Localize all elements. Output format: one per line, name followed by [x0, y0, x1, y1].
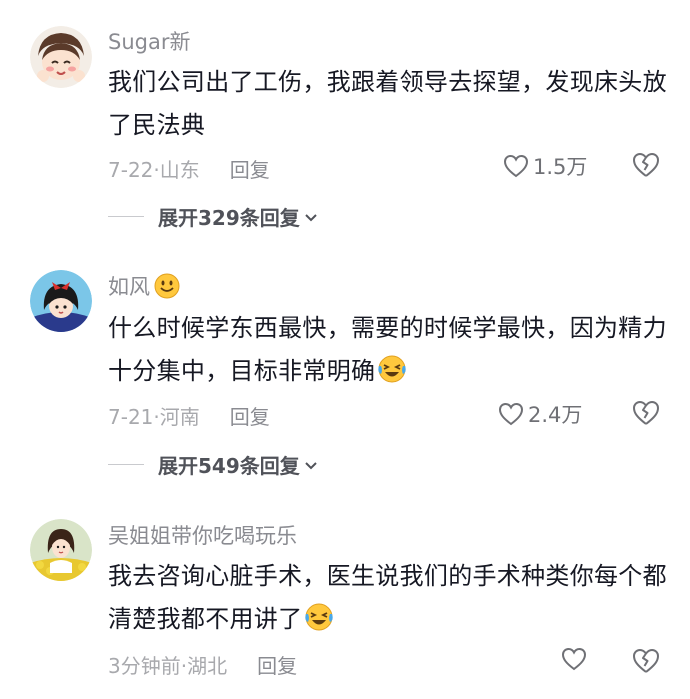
username-text[interactable]: Sugar新 — [108, 26, 190, 56]
reply-button[interactable]: 回复 — [257, 650, 297, 679]
expand-replies-button[interactable]: 展开549条回复 — [108, 450, 319, 479]
laughing-crying-emoji — [305, 603, 334, 631]
chevron-down-icon — [305, 213, 317, 221]
username[interactable]: Sugar新 — [108, 26, 190, 56]
heart-outline-icon — [561, 647, 587, 671]
chevron-down-icon — [305, 461, 317, 469]
like-count: 1.5万 — [533, 155, 588, 179]
avatar[interactable] — [30, 519, 92, 581]
comment-text: 我们公司出了工伤，我跟着领导去探望，发现床头放了民法典 — [108, 68, 667, 139]
divider-line — [108, 216, 144, 217]
like-count: 2.4万 — [528, 403, 583, 427]
username[interactable]: 吴姐姐带你吃喝玩乐 — [108, 520, 297, 550]
divider-line — [108, 464, 144, 465]
laughing-crying-emoji — [378, 355, 406, 383]
expand-label[interactable]: 展开549条回复 — [158, 450, 300, 479]
broken-heart-icon — [633, 649, 659, 673]
heart-outline-icon — [503, 154, 529, 178]
dislike-button[interactable] — [632, 152, 660, 182]
heart-outline-icon — [498, 402, 524, 426]
comment-text: 什么时候学东西最快，需要的时候学最快，因为精力十分集中，目标非常明确 — [108, 307, 668, 393]
broken-heart-icon — [633, 153, 659, 177]
reply-button[interactable]: 回复 — [230, 154, 270, 183]
broken-heart-icon — [633, 401, 659, 425]
username-text[interactable]: 吴姐姐带你吃喝玩乐 — [108, 520, 297, 550]
date-location: 3分钟前·湖北 — [108, 654, 228, 678]
date-location: 7-22·山东 — [108, 158, 200, 182]
dislike-button[interactable] — [632, 400, 660, 430]
comment-meta: 7-22·山东 回复 — [108, 154, 270, 183]
smiling-face-emoji — [154, 273, 180, 299]
expand-label[interactable]: 展开329条回复 — [158, 202, 300, 231]
reply-button[interactable]: 回复 — [230, 401, 270, 430]
comment-text-content: 我去咨询心脏手术，医生说我们的手术种类你每个都清楚我都不用讲了 — [108, 562, 667, 633]
dislike-button[interactable] — [632, 648, 660, 678]
like-button[interactable]: 2.4万 — [498, 399, 582, 429]
avatar[interactable] — [30, 270, 92, 332]
username[interactable]: 如风 — [108, 271, 180, 301]
comment-meta: 7-21·河南 回复 — [108, 401, 270, 430]
comment-meta: 3分钟前·湖北 回复 — [108, 650, 297, 679]
comment-text: 我去咨询心脏手术，医生说我们的手术种类你每个都清楚我都不用讲了 — [108, 555, 668, 641]
like-button[interactable]: 1.5万 — [503, 151, 587, 181]
username-text[interactable]: 如风 — [108, 271, 150, 301]
avatar[interactable] — [30, 26, 92, 88]
expand-replies-button[interactable]: 展开329条回复 — [108, 202, 319, 231]
like-button[interactable] — [561, 647, 587, 671]
date-location: 7-21·河南 — [108, 405, 200, 429]
